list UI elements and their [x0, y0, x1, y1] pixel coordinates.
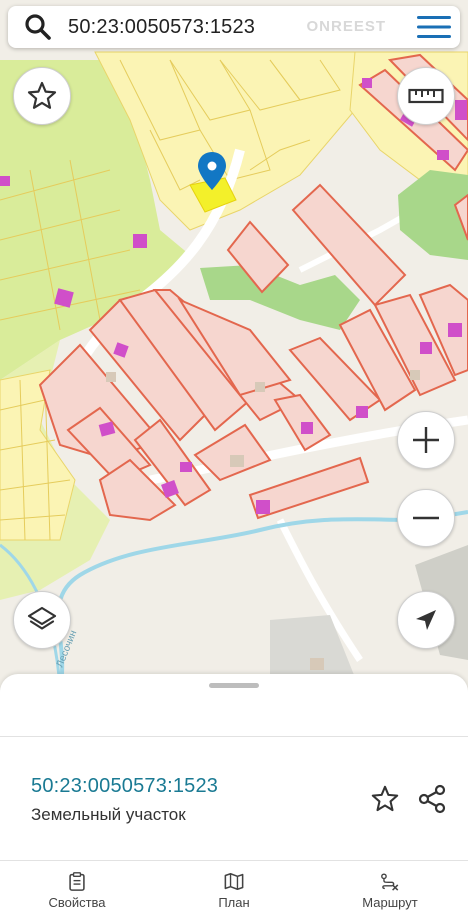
- hamburger-menu-icon[interactable]: [408, 6, 460, 48]
- minus-icon: [413, 516, 439, 520]
- tab-properties[interactable]: Свойства: [17, 872, 137, 910]
- tab-label: План: [218, 895, 250, 910]
- map-view[interactable]: Лесочин 50:23:0050573:1523 ONREEST: [0, 0, 468, 690]
- tab-label: Маршрут: [362, 895, 418, 910]
- brand-watermark: ONREEST: [306, 18, 386, 35]
- locate-button[interactable]: [397, 591, 455, 649]
- tab-route[interactable]: Маршрут: [330, 872, 450, 910]
- share-button[interactable]: [414, 782, 450, 816]
- search-bar[interactable]: 50:23:0050573:1523 ONREEST: [8, 6, 460, 48]
- divider: [0, 736, 468, 737]
- ruler-icon: [408, 88, 444, 104]
- route-icon: [381, 873, 399, 891]
- tab-label: Свойства: [48, 895, 106, 910]
- share-icon: [418, 784, 446, 814]
- clipboard-icon: [69, 872, 85, 891]
- zoom-in-button[interactable]: [397, 411, 455, 469]
- green-area: [398, 170, 468, 260]
- plus-icon: [413, 427, 439, 453]
- divider: [0, 860, 468, 861]
- search-icon[interactable]: [16, 6, 60, 48]
- ruler-button[interactable]: [397, 67, 455, 125]
- parcel-number[interactable]: 50:23:0050573:1523: [31, 775, 218, 798]
- navigation-arrow-icon: [416, 610, 436, 630]
- zoom-out-button[interactable]: [397, 489, 455, 547]
- add-favorite-button[interactable]: [368, 782, 402, 816]
- sheet-drag-handle[interactable]: [209, 683, 259, 688]
- map-icon: [224, 872, 244, 891]
- layers-button[interactable]: [13, 591, 71, 649]
- bottom-tab-bar: Свойства План Маршрут: [0, 864, 468, 910]
- favorite-button[interactable]: [13, 67, 71, 125]
- layers-icon: [27, 606, 57, 630]
- parcel-type: Земельный участок: [31, 805, 186, 824]
- star-icon: [371, 785, 399, 812]
- tab-plan[interactable]: План: [174, 872, 294, 910]
- star-icon: [27, 81, 57, 109]
